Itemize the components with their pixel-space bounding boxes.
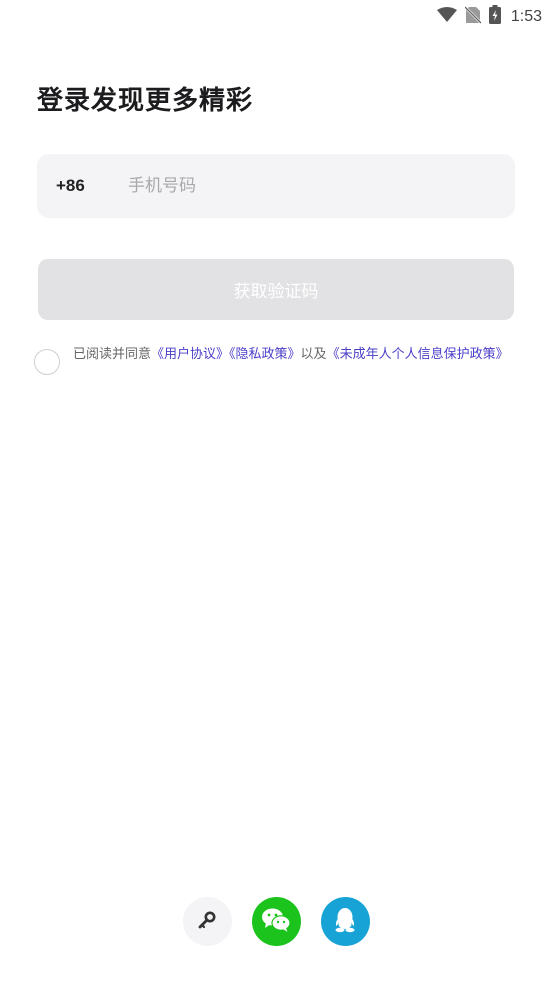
qq-login-button[interactable] <box>320 897 370 946</box>
page-title: 登录发现更多精彩 <box>37 86 254 116</box>
country-code[interactable]: +86 <box>56 176 126 196</box>
phone-input-box[interactable]: +86 <box>37 154 515 218</box>
status-time: 1:53 <box>510 7 542 25</box>
agreement-prefix: 已阅读并同意 <box>73 347 152 362</box>
status-bar: 1:53 <box>0 0 552 32</box>
agreement-text: 已阅读并同意《用户协议》《隐私政策》以及《未成年人个人信息保护政策》 <box>73 347 513 363</box>
wechat-login-button[interactable] <box>251 897 301 946</box>
key-icon <box>197 910 217 934</box>
wifi-icon <box>436 6 457 27</box>
user-agreement-link[interactable]: 《用户协议》 <box>151 347 229 362</box>
login-screen: 1:53 登录发现更多精彩 +86 获取验证码 已阅读并同意《用户协议》《隐私政… <box>0 0 552 983</box>
password-login-button[interactable] <box>182 897 232 946</box>
privacy-policy-link[interactable]: 《隐私政策》 <box>229 347 301 362</box>
phone-number-input[interactable] <box>126 175 470 197</box>
get-verification-code-button[interactable]: 获取验证码 <box>38 259 514 320</box>
agreement-row: 已阅读并同意《用户协议》《隐私政策》以及《未成年人个人信息保护政策》 <box>34 347 524 375</box>
status-icons: 1:53 <box>436 5 542 28</box>
agreement-checkbox[interactable] <box>34 349 60 375</box>
wechat-icon <box>261 907 291 937</box>
qq-icon <box>333 907 357 937</box>
minor-privacy-policy-link[interactable]: 《未成年人个人信息保护政策》 <box>327 347 509 362</box>
no-sim-icon <box>463 5 482 28</box>
battery-charging-icon <box>488 5 501 28</box>
agreement-connector: 以及 <box>300 347 327 362</box>
alternative-login-options <box>0 897 552 946</box>
get-code-label: 获取验证码 <box>233 282 319 302</box>
